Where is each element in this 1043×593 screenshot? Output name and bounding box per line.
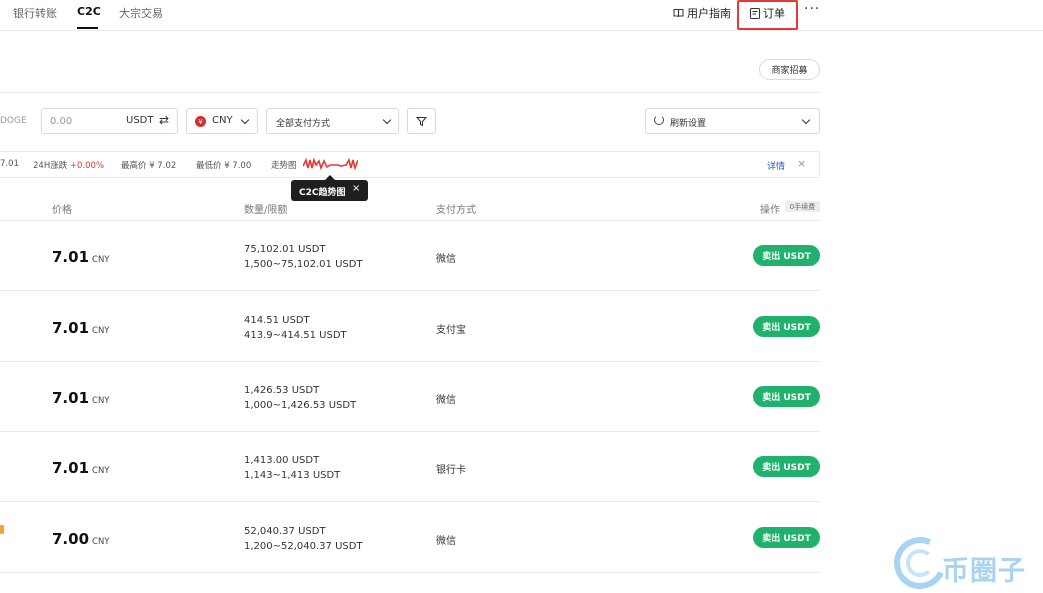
payment-method-select[interactable]: 全部支付方式: [266, 108, 399, 134]
sell-usdt-button[interactable]: 卖出 USDT: [753, 386, 820, 407]
tab-block-trade[interactable]: 大宗交易: [119, 5, 163, 21]
active-tab-indicator: [77, 27, 98, 29]
watermark-logo: 币圈子: [886, 529, 1040, 593]
amount-placeholder: 0.00: [50, 116, 73, 127]
user-guide-link[interactable]: 用户指南: [673, 5, 731, 21]
quantity-cell: 75,102.01 USDT 1,500~75,102.01 USDT: [244, 244, 363, 270]
payment-cell: 微信: [436, 395, 456, 406]
high-price: 最高价 ¥ 7.02: [121, 161, 177, 171]
trend-tooltip: C2C趋势图 ×: [291, 180, 368, 201]
price-cell: 7.00 CNY: [52, 530, 110, 548]
trend-sparkline[interactable]: [303, 157, 358, 172]
fiat-currency-value: CNY: [212, 115, 233, 126]
top-nav: 银行转账 C2C 大宗交易 用户指南 订单 ···: [0, 0, 1043, 31]
merchant-badge-icon: [0, 525, 4, 534]
sell-usdt-button[interactable]: 卖出 USDT: [753, 456, 820, 477]
trend-label: 走势图: [271, 161, 297, 171]
column-header-payment: 支付方式: [436, 205, 476, 216]
table-row: 7.01 CNY 414.51 USDT 413.9~414.51 USDT 支付宝…: [0, 292, 820, 362]
tab-bank-transfer[interactable]: 银行转账: [13, 5, 57, 21]
price-cell: 7.01 CNY: [52, 319, 110, 337]
price-cell: 7.01 CNY: [52, 248, 110, 266]
book-icon: [673, 9, 684, 18]
refresh-settings-select[interactable]: 刷新设置: [645, 108, 820, 134]
chevron-down-icon: [801, 115, 811, 125]
payment-cell: 微信: [436, 254, 456, 265]
change-24h-label: 24H涨跌: [33, 161, 68, 171]
column-header-action: 操作: [760, 205, 780, 216]
cny-flag-icon: ¥: [195, 116, 206, 127]
sell-usdt-button[interactable]: 卖出 USDT: [753, 316, 820, 337]
fiat-currency-select[interactable]: ¥ CNY: [186, 108, 258, 134]
quantity-cell: 414.51 USDT 413.9~414.51 USDT: [244, 315, 347, 341]
zero-fee-badge: 0手续费: [785, 201, 820, 212]
watermark-text: 币圈子: [942, 556, 1026, 587]
coin-selector-partial[interactable]: DOGE: [0, 116, 27, 126]
table-row: 7.01 CNY 1,413.00 USDT 1,143~1,413 USDT 银行…: [0, 432, 820, 502]
swap-icon[interactable]: ⇄: [159, 113, 169, 127]
low-price: 最低价 ¥ 7.00: [196, 161, 252, 171]
column-header-quantity: 数量/限额: [244, 205, 288, 216]
chevron-down-icon: [240, 115, 250, 125]
filter-button[interactable]: [407, 108, 436, 134]
refresh-settings-label: 刷新设置: [670, 119, 707, 129]
payment-cell: 支付宝: [436, 325, 466, 336]
payment-cell: 微信: [436, 536, 456, 547]
more-options-icon[interactable]: ···: [804, 1, 820, 17]
chevron-down-icon: [382, 115, 392, 125]
price-cell: 7.01 CNY: [52, 459, 110, 477]
table-row: 7.00 CNY 52,040.37 USDT 1,200~52,040.37 US…: [0, 503, 820, 573]
orders-label: 订单: [763, 7, 785, 20]
user-guide-label: 用户指南: [687, 7, 731, 20]
table-row: 7.01 CNY 75,102.01 USDT 1,500~75,102.01 US…: [0, 221, 820, 291]
tooltip-text: C2C趋势图: [299, 188, 346, 198]
amount-currency: USDT: [126, 115, 154, 126]
order-list-icon: [750, 7, 760, 19]
price-cell: 7.01 CNY: [52, 389, 110, 407]
change-24h: 24H涨跌 +0.00%: [33, 159, 104, 171]
funnel-icon: [416, 116, 427, 126]
change-24h-value: +0.00%: [69, 161, 105, 171]
details-link[interactable]: 详情: [767, 159, 785, 172]
amount-input[interactable]: 0.00 USDT ⇄: [41, 108, 178, 134]
close-icon[interactable]: ×: [797, 157, 806, 170]
quantity-cell: 1,413.00 USDT 1,143~1,413 USDT: [244, 455, 341, 481]
sell-usdt-button[interactable]: 卖出 USDT: [753, 527, 820, 548]
last-price-partial: 7.01: [0, 159, 19, 169]
quantity-cell: 1,426.53 USDT 1,000~1,426.53 USDT: [244, 385, 357, 411]
merchant-recruit-button[interactable]: 商家招募: [759, 59, 820, 80]
refresh-icon: [654, 115, 664, 125]
quantity-cell: 52,040.37 USDT 1,200~52,040.37 USDT: [244, 526, 363, 552]
close-icon[interactable]: ×: [352, 183, 360, 194]
table-row: 7.01 CNY 1,426.53 USDT 1,000~1,426.53 USDT…: [0, 362, 820, 432]
sell-usdt-button[interactable]: 卖出 USDT: [753, 245, 820, 266]
column-header-price: 价格: [52, 205, 72, 216]
payment-cell: 银行卡: [436, 465, 466, 476]
market-stats-bar: 7.01 24H涨跌 +0.00% 最高价 ¥ 7.02 最低价 ¥ 7.00 …: [0, 151, 820, 178]
orders-link[interactable]: 订单: [750, 5, 785, 21]
payment-method-value: 全部支付方式: [276, 119, 331, 129]
tab-c2c[interactable]: C2C: [77, 5, 101, 18]
section-divider: [0, 92, 820, 93]
